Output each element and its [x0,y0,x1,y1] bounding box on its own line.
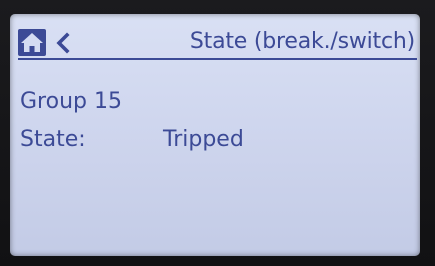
back-button[interactable] [54,30,72,56]
home-icon [21,33,43,52]
device-bezel: State (break./switch) Group 15 State: Tr… [0,0,435,266]
state-label: State: [20,127,86,152]
chevron-left-icon [56,32,70,54]
screen-header: State (break./switch) [18,28,417,60]
state-value: Tripped [163,127,244,152]
group-label: Group 15 [20,89,122,114]
lcd-screen: State (break./switch) Group 15 State: Tr… [10,14,420,256]
page-title: State (break./switch) [189,29,415,54]
home-button[interactable] [18,29,46,56]
header-divider [18,58,417,60]
